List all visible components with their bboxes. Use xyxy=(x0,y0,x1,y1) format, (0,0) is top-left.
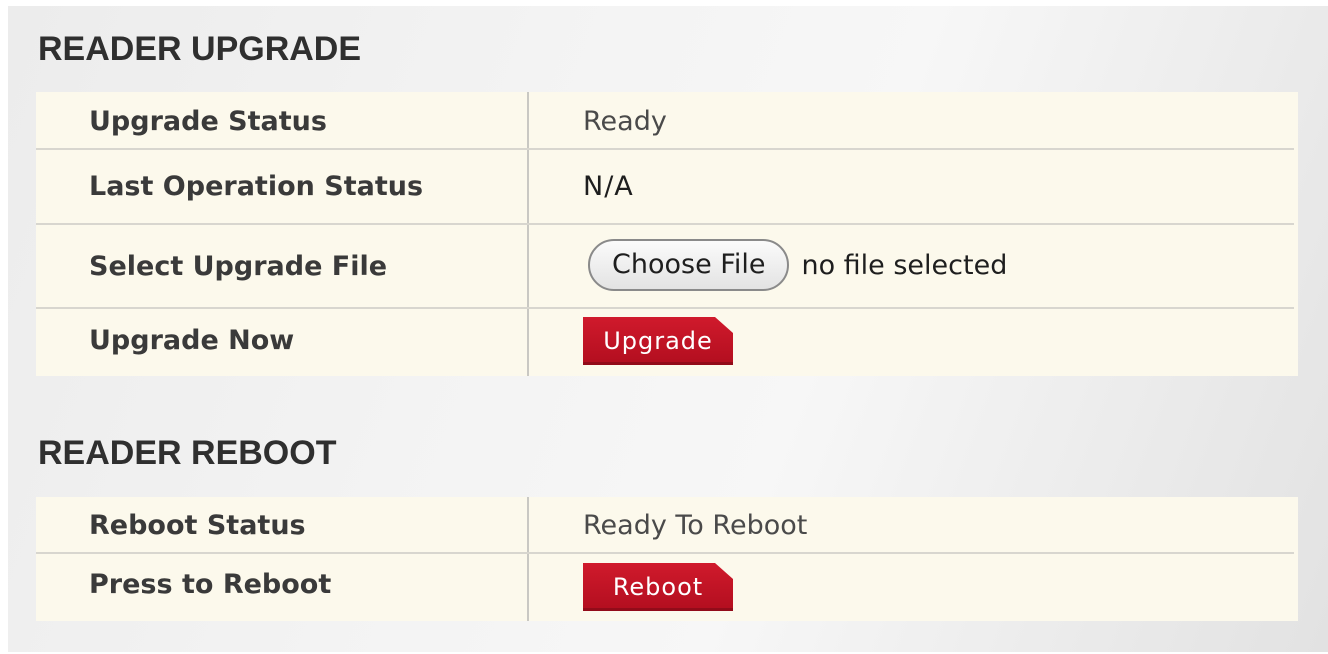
reboot-status-row: Reboot Status Ready To Reboot xyxy=(36,497,1298,552)
upgrade-now-label: Upgrade Now xyxy=(89,325,295,356)
upgrade-status-label: Upgrade Status xyxy=(89,106,327,137)
reader-upgrade-table: Upgrade Status Ready Last Operation Stat… xyxy=(36,92,1298,376)
reboot-status-value: Ready To Reboot xyxy=(583,510,808,541)
select-upgrade-file-row: Select Upgrade File Choose File no file … xyxy=(36,225,1298,307)
upgrade-now-row: Upgrade Now Upgrade xyxy=(36,309,1298,376)
press-to-reboot-label: Press to Reboot xyxy=(89,569,332,600)
press-to-reboot-row: Press to Reboot Reboot xyxy=(36,554,1298,621)
last-operation-status-row: Last Operation Status N/A xyxy=(36,150,1298,223)
select-upgrade-file-label: Select Upgrade File xyxy=(89,251,388,282)
reader-reboot-table: Reboot Status Ready To Reboot Press to R… xyxy=(36,497,1298,621)
reader-upgrade-title: READER UPGRADE xyxy=(38,30,362,68)
file-status-text: no file selected xyxy=(801,249,1008,281)
upgrade-status-row: Upgrade Status Ready xyxy=(36,92,1298,148)
reboot-status-label: Reboot Status xyxy=(89,510,306,541)
upgrade-button[interactable]: Upgrade xyxy=(583,317,733,365)
reader-reboot-title: READER REBOOT xyxy=(38,434,337,472)
page: READER UPGRADE Upgrade Status Ready Last… xyxy=(0,0,1328,654)
last-operation-status-label: Last Operation Status xyxy=(89,171,424,202)
last-operation-status-value: N/A xyxy=(583,171,634,202)
upgrade-status-value: Ready xyxy=(583,106,667,137)
choose-file-button[interactable]: Choose File xyxy=(588,239,790,291)
reboot-button[interactable]: Reboot xyxy=(583,563,733,611)
file-picker: Choose File no file selected xyxy=(588,239,1007,291)
